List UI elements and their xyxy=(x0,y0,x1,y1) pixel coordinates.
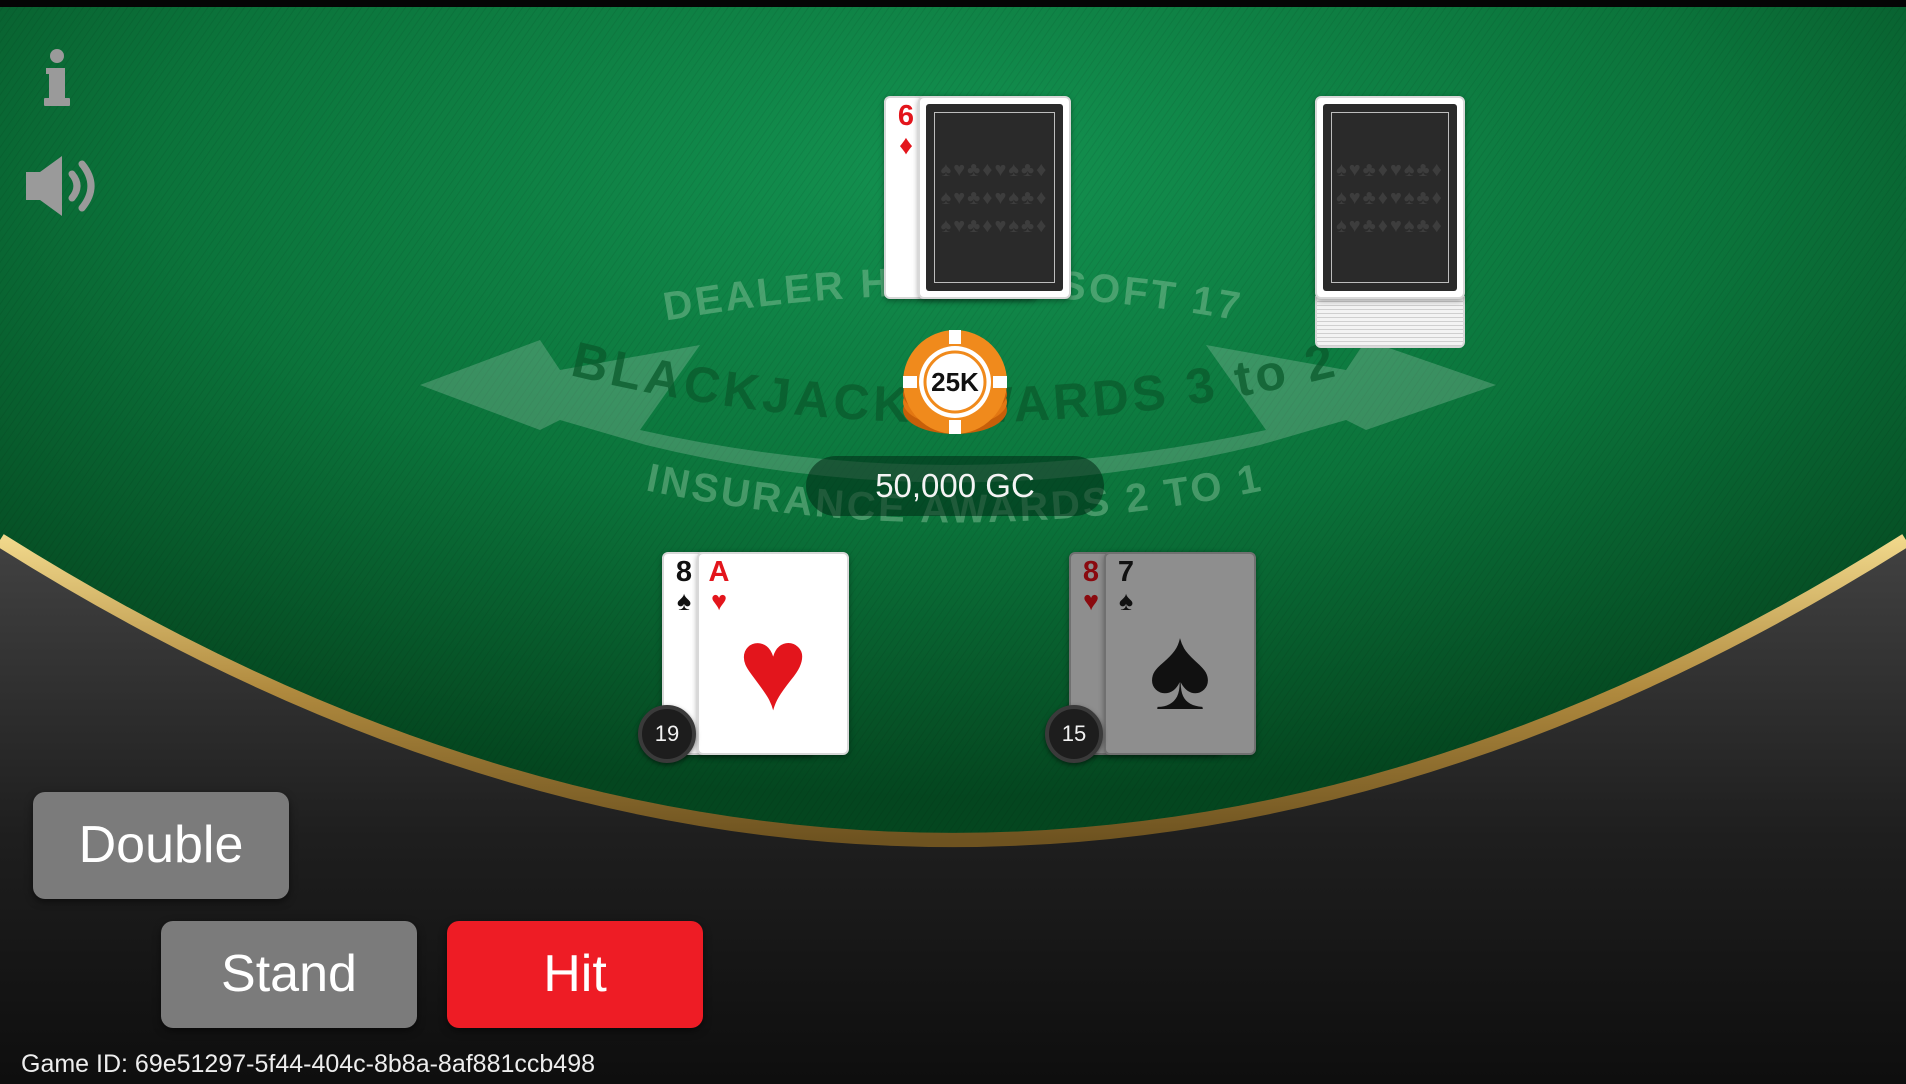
hand-2-total: 15 xyxy=(1045,705,1103,763)
card-index: 7 ♠ xyxy=(1112,556,1140,616)
speaker-icon[interactable] xyxy=(22,152,104,220)
shoe-top-card: ♠♥♣♦♥♠♣♦♠♥♣♦♥♠♣♦♠♥♣♦♥♠♣♦ xyxy=(1315,96,1465,299)
game-table: DEALER HITS ON SOFT 17 BLACKJACK AWARDS … xyxy=(0,0,1906,1084)
stand-button[interactable]: Stand xyxy=(161,921,417,1028)
diamond-suit-icon: ♦ xyxy=(899,130,913,160)
spade-pip-icon: ♠ xyxy=(1148,603,1212,736)
dealer-hole-card: ♠♥♣♦♥♠♣♦♠♥♣♦♥♠♣♦♠♥♣♦♥♠♣♦ xyxy=(918,96,1071,299)
heart-suit-icon: ♥ xyxy=(710,586,728,616)
double-button[interactable]: Double xyxy=(33,792,289,899)
heart-pip-icon: ♥ xyxy=(737,603,809,736)
heart-suit-icon: ♥ xyxy=(1082,586,1100,616)
chip-value: 25K xyxy=(931,367,979,397)
game-id-label: Game ID: 69e51297-5f44-404c-8b8a-8af881c… xyxy=(21,1050,596,1078)
spade-suit-icon: ♠ xyxy=(676,586,692,616)
card-back: ♠♥♣♦♥♠♣♦♠♥♣♦♥♠♣♦♠♥♣♦♥♠♣♦ xyxy=(926,104,1063,291)
card-back: ♠♥♣♦♥♠♣♦♠♥♣♦♥♠♣♦♠♥♣♦♥♠♣♦ xyxy=(1323,104,1457,291)
card-rank: 8 xyxy=(1082,556,1100,588)
hit-button[interactable]: Hit xyxy=(447,921,703,1028)
card-index: 8 ♥ xyxy=(1077,556,1105,616)
info-icon[interactable] xyxy=(40,48,74,110)
top-bar xyxy=(0,0,1906,7)
player-hand-2-card-2: 7 ♠ ♠ xyxy=(1104,552,1256,755)
card-rank: 8 xyxy=(675,556,693,588)
bet-chip[interactable]: 25K xyxy=(899,330,1011,442)
card-index: 6 ♦ xyxy=(892,100,920,160)
spade-suit-icon: ♠ xyxy=(1118,586,1134,616)
player-hand-1-card-2: A ♥ ♥ xyxy=(697,552,849,755)
card-index: A ♥ xyxy=(705,556,733,616)
card-rank: 6 xyxy=(897,100,915,132)
card-rank: 7 xyxy=(1117,556,1135,588)
card-index: 8 ♠ xyxy=(670,556,698,616)
bet-balance: 50,000 GC xyxy=(806,456,1104,516)
hand-1-total: 19 xyxy=(638,705,696,763)
card-shoe: ♠♥♣♦♥♠♣♦♠♥♣♦♥♠♣♦♠♥♣♦♥♠♣♦ xyxy=(1315,96,1465,348)
card-rank: A xyxy=(708,556,730,588)
